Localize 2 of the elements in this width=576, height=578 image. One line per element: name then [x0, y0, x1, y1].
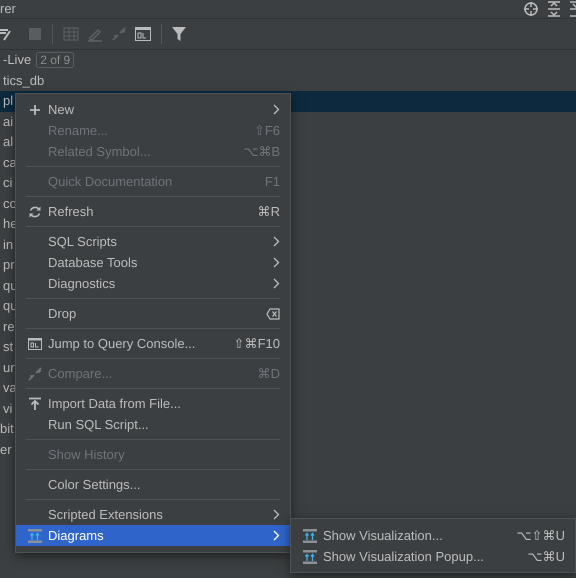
panel-title: rer	[0, 1, 16, 17]
count-badge: 2 of 9	[36, 52, 74, 68]
